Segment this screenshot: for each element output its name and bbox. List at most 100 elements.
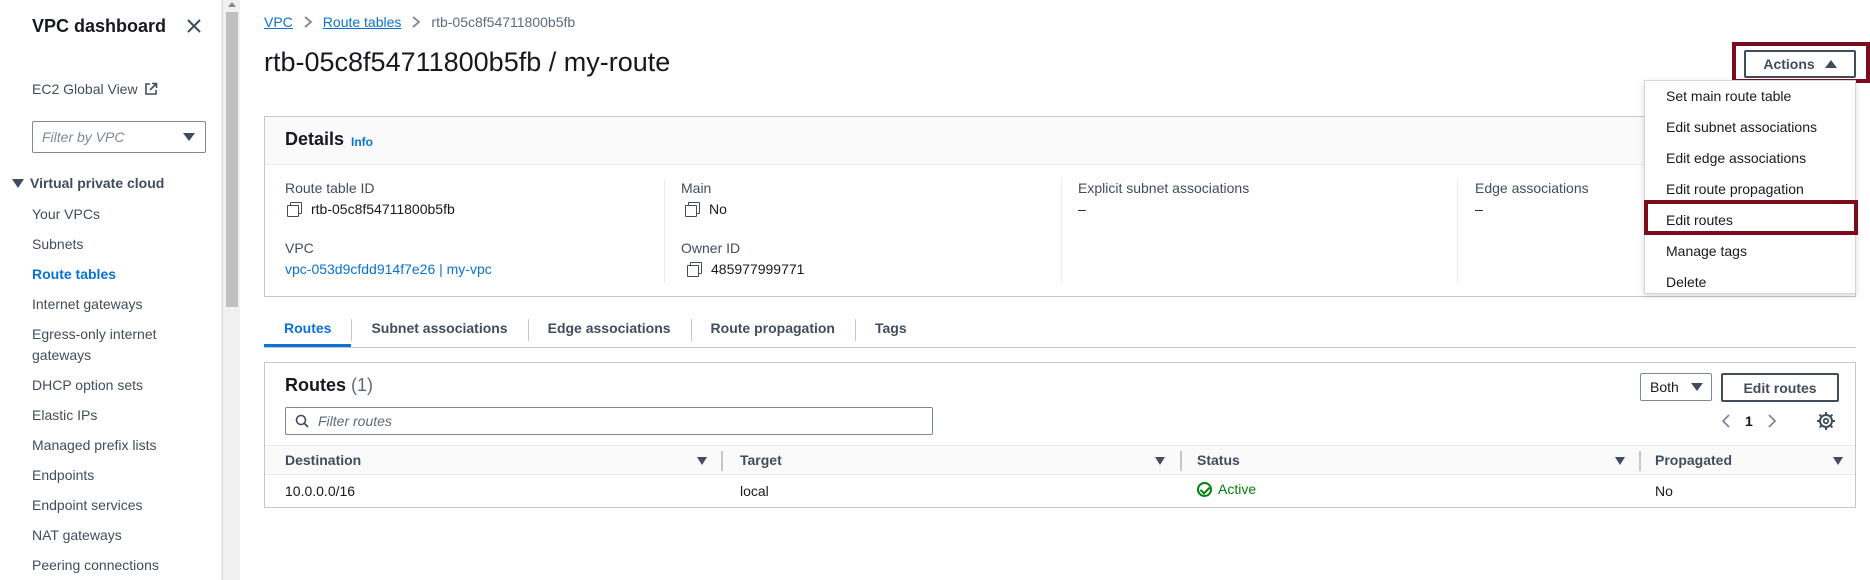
details-header: Details Info bbox=[265, 117, 1855, 165]
column-header-status[interactable]: Status bbox=[1197, 452, 1240, 468]
explicit-subnet-associations-label: Explicit subnet associations bbox=[1078, 180, 1250, 196]
scroll-up-arrow-icon[interactable] bbox=[228, 2, 236, 7]
route-table-id-text: rtb-05c8f54711800b5fb bbox=[311, 201, 455, 217]
sidebar-item-endpoints[interactable]: Endpoints bbox=[32, 465, 212, 486]
vpc-link[interactable]: vpc-053d9cfdd914f7e26 | my-vpc bbox=[285, 261, 492, 277]
filter-by-vpc-select[interactable]: Filter by VPC bbox=[32, 121, 206, 153]
column-resizer[interactable] bbox=[721, 451, 723, 471]
section-title: Virtual private cloud bbox=[30, 175, 165, 191]
cell-destination: 10.0.0.0/16 bbox=[285, 483, 356, 499]
sort-caret-icon[interactable] bbox=[1833, 457, 1843, 465]
page-title: rtb-05c8f54711800b5fb / my-route bbox=[264, 47, 671, 77]
sidebar-title[interactable]: VPC dashboard bbox=[32, 16, 166, 37]
menu-item-manage-tags[interactable]: Manage tags bbox=[1666, 243, 1747, 259]
owner-id-value: 485977999771 bbox=[687, 261, 804, 277]
scrollbar-thumb[interactable] bbox=[226, 12, 238, 307]
menu-item-set-main-route-table[interactable]: Set main route table bbox=[1666, 88, 1791, 104]
status-text: Active bbox=[1218, 481, 1257, 497]
sort-caret-icon[interactable] bbox=[1615, 457, 1625, 465]
tab-list: Routes Subnet associations Edge associat… bbox=[264, 316, 1856, 348]
sidebar-item-peering-connections[interactable]: Peering connections bbox=[32, 555, 212, 576]
owner-id-label: Owner ID bbox=[681, 240, 741, 256]
sidebar-item-managed-prefix-lists[interactable]: Managed prefix lists bbox=[32, 435, 212, 456]
close-icon[interactable] bbox=[184, 16, 204, 36]
edge-associations-value: – bbox=[1475, 201, 1483, 217]
sidebar-item-endpoint-services[interactable]: Endpoint services bbox=[32, 495, 212, 516]
highlight-box-edit-routes bbox=[1644, 200, 1858, 235]
chevron-right-icon[interactable] bbox=[1767, 413, 1777, 429]
menu-item-edit-subnet-associations[interactable]: Edit subnet associations bbox=[1666, 119, 1817, 135]
column-divider bbox=[1457, 179, 1458, 283]
breadcrumb-route-tables-link[interactable]: Route tables bbox=[323, 14, 402, 30]
caret-down-icon bbox=[1690, 383, 1703, 391]
filter-routes-placeholder: Filter routes bbox=[318, 413, 392, 429]
vpc-label: VPC bbox=[285, 240, 314, 256]
sort-caret-icon[interactable] bbox=[1155, 457, 1165, 465]
caret-down-icon bbox=[12, 178, 24, 188]
chevron-right-icon bbox=[412, 16, 421, 28]
both-select-label: Both bbox=[1650, 379, 1679, 395]
tab-route-propagation[interactable]: Route propagation bbox=[690, 316, 855, 347]
page-number[interactable]: 1 bbox=[1745, 413, 1753, 429]
column-header-propagated[interactable]: Propagated bbox=[1655, 452, 1732, 468]
edit-routes-button[interactable]: Edit routes bbox=[1721, 373, 1839, 402]
sidebar-item-your-vpcs[interactable]: Your VPCs bbox=[32, 204, 212, 225]
route-table-id-label: Route table ID bbox=[285, 180, 375, 196]
chevron-left-icon[interactable] bbox=[1721, 413, 1731, 429]
edge-associations-label: Edge associations bbox=[1475, 180, 1589, 196]
tab-subnet-associations[interactable]: Subnet associations bbox=[351, 316, 527, 347]
external-link-icon bbox=[144, 82, 157, 95]
menu-item-delete[interactable]: Delete bbox=[1666, 274, 1706, 290]
column-header-target[interactable]: Target bbox=[740, 452, 782, 468]
breadcrumb-current: rtb-05c8f54711800b5fb bbox=[431, 14, 576, 30]
copy-icon[interactable] bbox=[287, 202, 302, 217]
sidebar-item-elastic-ips[interactable]: Elastic IPs bbox=[32, 405, 212, 426]
sidebar-item-dhcp-option-sets[interactable]: DHCP option sets bbox=[32, 375, 212, 396]
column-resizer[interactable] bbox=[1180, 451, 1182, 471]
cell-target: local bbox=[740, 483, 769, 499]
section-virtual-private-cloud[interactable]: Virtual private cloud bbox=[12, 175, 164, 191]
menu-item-edit-route-propagation[interactable]: Edit route propagation bbox=[1666, 181, 1804, 197]
sidebar-item-internet-gateways[interactable]: Internet gateways bbox=[32, 294, 212, 315]
column-divider bbox=[1061, 179, 1062, 283]
sort-caret-icon[interactable] bbox=[697, 457, 707, 465]
sidebar-item-route-tables[interactable]: Route tables bbox=[32, 264, 212, 285]
cell-propagated: No bbox=[1655, 483, 1673, 499]
filter-routes-input[interactable]: Filter routes bbox=[285, 407, 933, 435]
filter-by-vpc-placeholder: Filter by VPC bbox=[42, 129, 125, 145]
actions-dropdown-menu: Set main route table Edit subnet associa… bbox=[1644, 80, 1856, 294]
sidebar-item-egress-only-internet-gateways[interactable]: Egress-only internet gateways bbox=[32, 324, 212, 366]
column-resizer[interactable] bbox=[1639, 451, 1641, 471]
highlight-box-actions bbox=[1732, 42, 1870, 83]
sidebar-item-nat-gateways[interactable]: NAT gateways bbox=[32, 525, 212, 546]
sidebar-item-list: Your VPCs Subnets Route tables Internet … bbox=[32, 204, 212, 580]
chevron-right-icon bbox=[304, 16, 313, 28]
sidebar-item-subnets[interactable]: Subnets bbox=[32, 234, 212, 255]
details-title: Details bbox=[285, 129, 345, 149]
explicit-subnet-associations-value: – bbox=[1078, 201, 1086, 217]
routes-title-text: Routes bbox=[285, 375, 347, 395]
column-divider bbox=[664, 179, 665, 283]
both-select[interactable]: Both bbox=[1640, 373, 1712, 401]
breadcrumb: VPC Route tables rtb-05c8f54711800b5fb bbox=[264, 14, 575, 30]
copy-icon[interactable] bbox=[685, 202, 700, 217]
table-header: Destination Target Status Propagated bbox=[265, 445, 1855, 475]
caret-down-icon bbox=[183, 133, 195, 141]
tab-routes[interactable]: Routes bbox=[264, 316, 352, 347]
menu-item-edit-edge-associations[interactable]: Edit edge associations bbox=[1666, 150, 1806, 166]
ec2-global-view-link[interactable]: EC2 Global View bbox=[32, 81, 158, 97]
sidebar-scrollbar[interactable] bbox=[222, 0, 240, 580]
status-success-icon bbox=[1197, 481, 1212, 497]
tab-edge-associations[interactable]: Edge associations bbox=[527, 316, 691, 347]
cell-status: Active bbox=[1197, 481, 1256, 497]
breadcrumb-vpc-link[interactable]: VPC bbox=[264, 14, 293, 30]
owner-id-text: 485977999771 bbox=[711, 261, 805, 277]
copy-icon[interactable] bbox=[687, 262, 702, 277]
tab-tags[interactable]: Tags bbox=[854, 316, 927, 347]
column-header-destination[interactable]: Destination bbox=[285, 452, 361, 468]
gear-icon[interactable] bbox=[1816, 411, 1836, 431]
main-value: No bbox=[685, 201, 727, 217]
info-link[interactable]: Info bbox=[351, 135, 373, 149]
details-panel: Details Info Route table ID rtb-05c8f547… bbox=[264, 116, 1856, 297]
routes-title: Routes (1) bbox=[285, 375, 373, 396]
